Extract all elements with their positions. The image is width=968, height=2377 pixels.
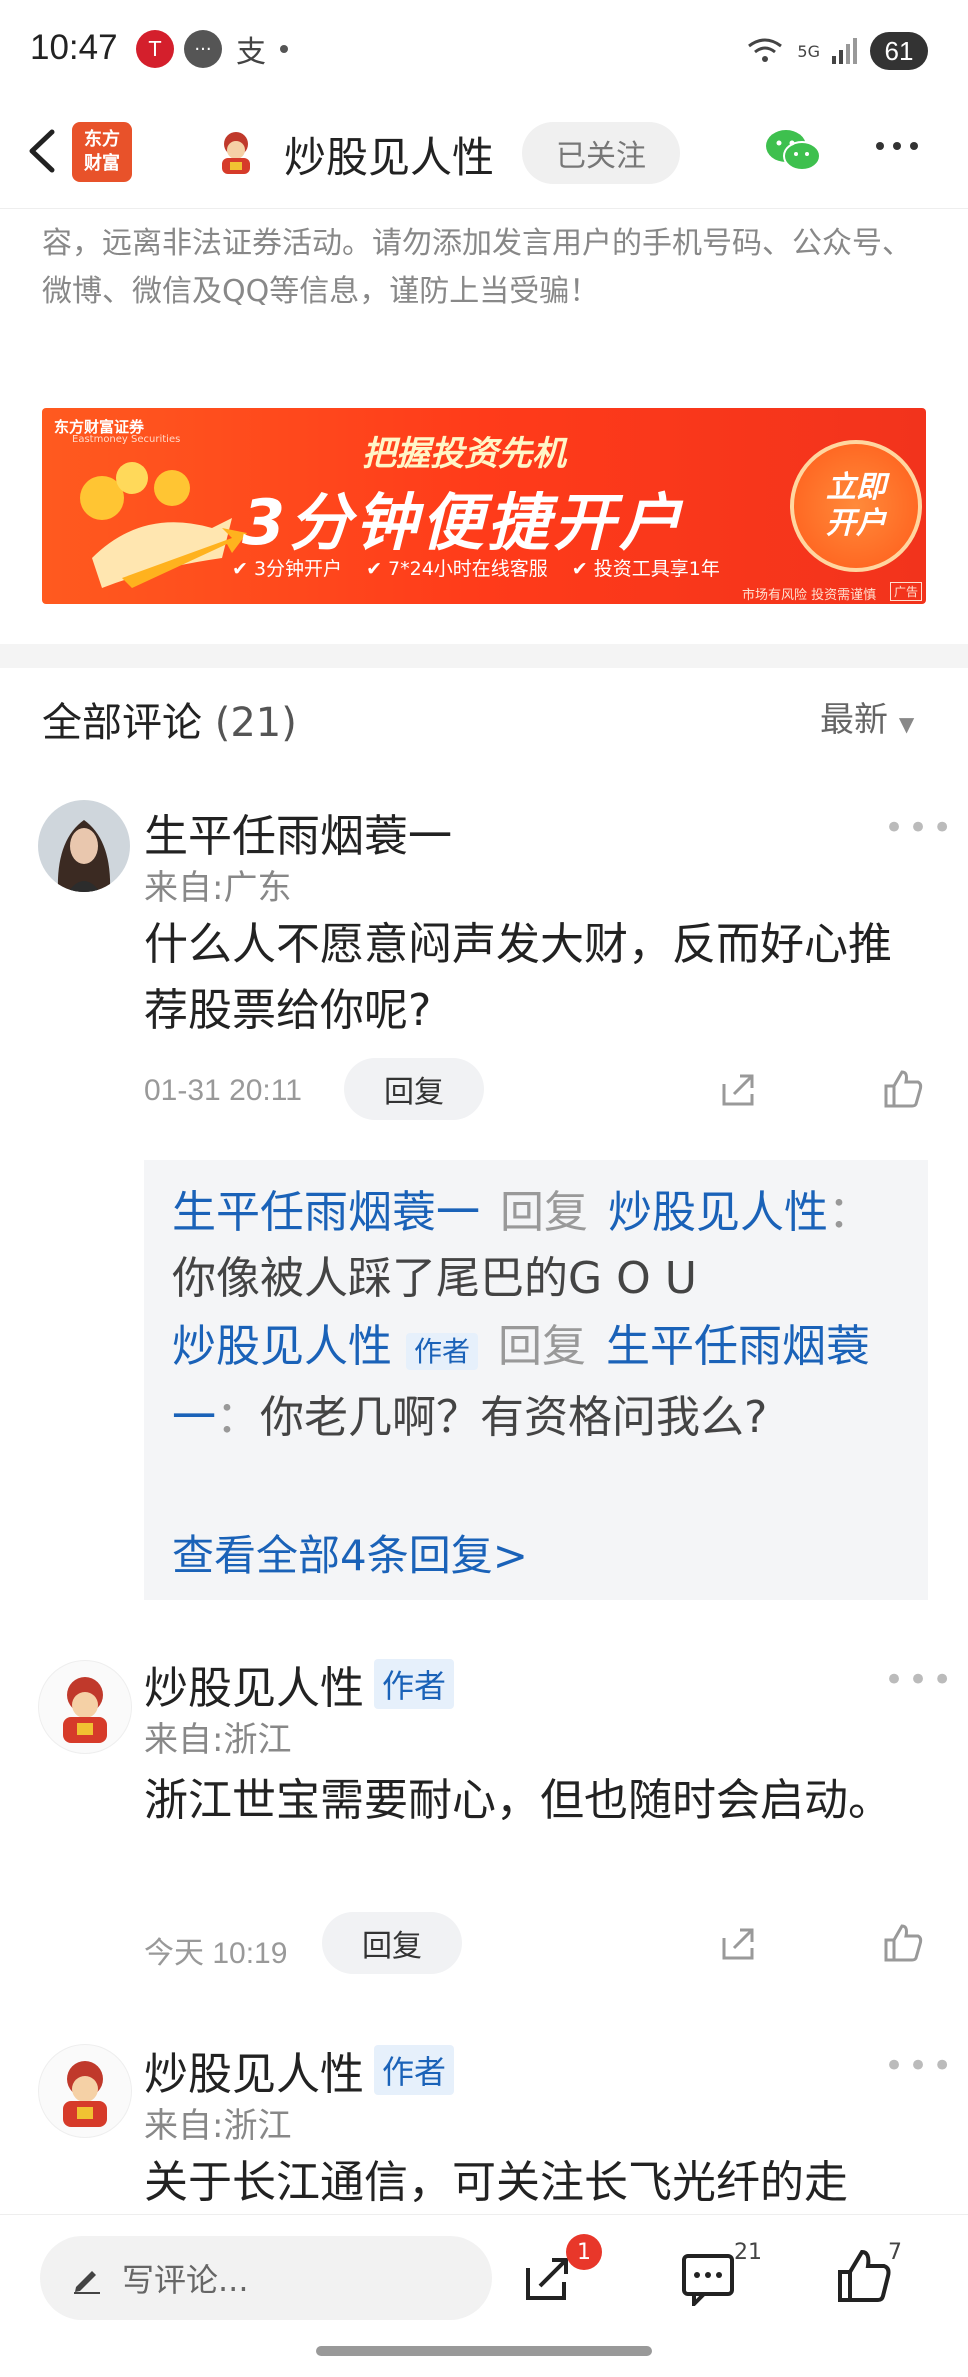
comment-more-icon[interactable]: ••• xyxy=(884,808,956,848)
sort-label: 最新 xyxy=(820,700,888,740)
dropdown-triangle-icon: ▼ xyxy=(898,712,915,736)
risk-disclaimer-text: 操作风险自担。请勿相信代客理财、免费荐股和炒股培训等宣传内容，远离非法证券活动。… xyxy=(42,208,912,309)
pencil-icon xyxy=(74,2271,100,2294)
comment-username[interactable]: 生平任雨烟蓑一 xyxy=(144,800,452,864)
banner-feature-1: ✔ 3分钟开户 xyxy=(232,558,343,580)
wechat-share-icon[interactable] xyxy=(764,126,822,176)
author-badge: 作者 xyxy=(374,2045,455,2095)
ad-tag: 广告 xyxy=(890,582,923,601)
comment-text: 浙江世宝需要耐心，但也随时会启动。 xyxy=(144,1775,892,1826)
comment-location: 来自:浙江 xyxy=(144,1720,292,1760)
like-thumb-icon[interactable] xyxy=(882,1068,924,1110)
reply-colon: ： xyxy=(828,1187,872,1238)
comment-location: 来自:浙江 xyxy=(144,2106,292,2146)
comment-bubble-icon[interactable] xyxy=(680,2252,736,2306)
eastmoney-logo[interactable]: 东方 财富 xyxy=(72,122,132,182)
logo-text-2: 财富 xyxy=(84,153,120,174)
comment-location: 来自:广东 xyxy=(144,868,292,908)
comments-count: (21) xyxy=(214,700,297,746)
back-arrow-icon[interactable] xyxy=(18,126,68,176)
share-icon[interactable] xyxy=(718,1070,758,1110)
comment-timestamp: 01-31 20:11 xyxy=(144,1074,302,1107)
more-options-icon[interactable] xyxy=(872,136,922,156)
comments-section-title: 全部评论 (21) xyxy=(42,690,297,748)
banner-headline: 把握投资先机 xyxy=(362,434,566,474)
battery-indicator: 61 xyxy=(870,32,928,70)
reply-from-user[interactable]: 炒股见人性 xyxy=(172,1321,392,1372)
reply-2: 炒股见人性 作者 回复 生平任雨烟蓑一：你老几啊？有资格问我么? xyxy=(172,1314,912,1451)
caishen-avatar-icon xyxy=(63,1677,107,1743)
author-badge: 作者 xyxy=(374,1659,455,1709)
page-title: 炒股见人性 xyxy=(284,133,495,182)
home-indicator[interactable] xyxy=(316,2346,652,2356)
reply-verb: 回复 xyxy=(500,1187,588,1238)
banner-risk-note: 市场有风险 投资需谨慎 xyxy=(742,588,877,603)
reply-colon: ： xyxy=(216,1392,260,1443)
tesla-app-icon: T xyxy=(136,30,174,68)
banner-main-text: 3分钟便捷开户 xyxy=(242,486,686,559)
logo-text-1: 东方 xyxy=(84,129,120,150)
status-time: 10:47 xyxy=(30,28,118,67)
reply-text: 你像被人踩了尾巴的G O U xyxy=(172,1253,697,1304)
reply-button[interactable]: 回复 xyxy=(322,1912,462,1974)
network-type: 5G xyxy=(797,41,820,61)
comments-title-text: 全部评论 xyxy=(42,700,202,746)
sort-dropdown[interactable]: 最新 ▼ xyxy=(820,692,914,741)
user-photo-icon xyxy=(38,800,130,892)
wifi-icon xyxy=(748,38,783,62)
write-comment-input[interactable]: 写评论... xyxy=(40,2236,492,2320)
cta-line-1: 立即 xyxy=(826,470,886,505)
like-thumb-icon[interactable] xyxy=(882,1922,924,1964)
reply-to-user[interactable]: 炒股见人性 xyxy=(608,1187,828,1238)
alipay-icon: 支 xyxy=(236,35,266,70)
comment-more-icon[interactable]: ••• xyxy=(884,1660,956,1700)
comment-text: 什么人不愿意闷声发大财，反而好心推荐股票给你呢? xyxy=(144,919,892,1036)
reply-button[interactable]: 回复 xyxy=(344,1058,484,1120)
author-badge: 作者 xyxy=(406,1333,479,1370)
commenter-avatar[interactable] xyxy=(38,1660,132,1754)
comment-username[interactable]: 炒股见人性 xyxy=(144,2038,364,2102)
open-account-cta[interactable]: 立即 开户 xyxy=(790,440,922,572)
disclaimer-area: 操作风险自担。请勿相信代客理财、免费荐股和炒股培训等宣传内容，远离非法证券活动。… xyxy=(0,208,968,358)
banner-feature-2: ✔ 7*24小时在线客服 xyxy=(366,558,548,580)
reply-from-user[interactable]: 生平任雨烟蓑一 xyxy=(172,1187,480,1238)
section-divider xyxy=(0,644,968,668)
comment-user-line: 炒股见人性 作者 xyxy=(144,2038,455,2102)
commenter-avatar[interactable] xyxy=(38,2044,132,2138)
comment-user-line: 炒股见人性 作者 xyxy=(144,1652,455,1716)
cta-line-2: 开户 xyxy=(826,506,886,541)
account-opening-banner-ad[interactable]: 东方财富证券 Eastmoney Securities 把握投资先机 3分钟便捷… xyxy=(42,408,926,604)
follow-button[interactable]: 已关注 xyxy=(522,122,680,184)
message-app-icon: ··· xyxy=(184,30,222,68)
hand-coins-illustration xyxy=(80,462,247,588)
share-badge: 1 xyxy=(566,2234,602,2270)
comment-text: 关于长江通信，可关注长飞光纤的走 xyxy=(144,2157,848,2208)
signal-icon xyxy=(832,38,857,64)
status-system-icons: 5G 61 xyxy=(745,32,928,70)
like-post-icon[interactable] xyxy=(836,2248,892,2306)
view-all-replies-link[interactable]: 查看全部4条回复> xyxy=(172,1522,528,1583)
share-icon[interactable] xyxy=(718,1924,758,1964)
comment-more-icon[interactable]: ••• xyxy=(884,2046,956,2086)
reply-1: 生平任雨烟蓑一 回复 炒股见人性： 你像被人踩了尾巴的G O U xyxy=(172,1180,912,1312)
like-count-badge: 7 xyxy=(888,2240,902,2265)
caishen-avatar-icon xyxy=(63,2061,107,2127)
banner-feature-3: ✔ 投资工具享1年 xyxy=(571,558,720,580)
banner-features: ✔ 3分钟开户 ✔ 7*24小时在线客服 ✔ 投资工具享1年 xyxy=(232,554,720,581)
write-comment-placeholder: 写评论... xyxy=(122,2261,249,2299)
comment-timestamp: 今天 10:19 xyxy=(144,1937,288,1970)
reply-verb: 回复 xyxy=(498,1321,587,1372)
reply-text: 你老几啊？有资格问我么? xyxy=(260,1392,768,1443)
commenter-avatar[interactable] xyxy=(38,800,130,892)
more-notifications-dot xyxy=(280,45,288,53)
comment-count-badge: 21 xyxy=(734,2240,762,2265)
author-avatar-icon[interactable] xyxy=(210,126,262,178)
banner-brand-en: Eastmoney Securities xyxy=(72,434,181,445)
status-notification-icons: T ··· 支 xyxy=(136,30,288,70)
comment-username[interactable]: 炒股见人性 xyxy=(144,1652,364,1716)
